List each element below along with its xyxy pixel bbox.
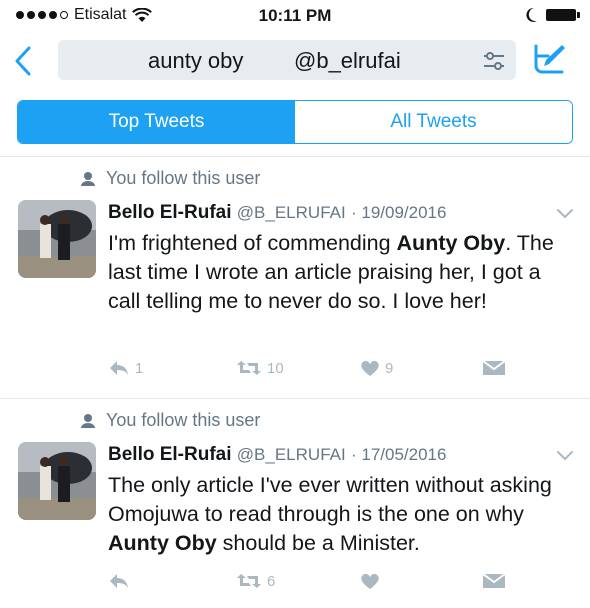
- person-icon: [81, 413, 95, 428]
- avatar[interactable]: [18, 200, 96, 278]
- highlighted-term: Aunty Oby: [396, 231, 506, 255]
- search-field[interactable]: aunty oby @b_elrufai: [58, 40, 516, 80]
- tweet-actions: 1 10 9: [108, 359, 518, 385]
- social-context: You follow this user: [80, 168, 260, 189]
- person-icon: [81, 171, 95, 186]
- moon-icon: [526, 7, 537, 22]
- tweet-card[interactable]: You follow this user Bello El-Rufai @B_E…: [0, 410, 590, 608]
- battery-icon: [546, 9, 580, 21]
- tweet-text: I'm frightened of commending Aunty Oby. …: [108, 231, 554, 313]
- chevron-left-icon: [15, 46, 31, 76]
- username[interactable]: @B_ELRUFAI: [237, 203, 346, 222]
- like-button[interactable]: 9: [360, 359, 393, 377]
- reply-button[interactable]: 1: [108, 359, 143, 377]
- retweet-icon: [237, 361, 261, 375]
- tab-all-tweets[interactable]: All Tweets: [295, 101, 572, 143]
- avatar[interactable]: [18, 442, 96, 520]
- retweet-count: 6: [267, 572, 276, 590]
- compose-tweet-button[interactable]: [532, 42, 566, 81]
- envelope-icon: [482, 573, 506, 588]
- avatar-photo: [18, 442, 96, 520]
- direct-message-button[interactable]: [482, 359, 506, 377]
- tweet-filter-tabs: Top Tweets All Tweets: [17, 100, 573, 144]
- retweet-button[interactable]: 10: [236, 359, 284, 377]
- tweet-header: Bello El-Rufai @B_ELRUFAI · 17/05/2016: [108, 444, 446, 466]
- like-button[interactable]: [360, 572, 385, 590]
- tweet-header: Bello El-Rufai @B_ELRUFAI · 19/09/2016: [108, 202, 446, 224]
- display-name[interactable]: Bello El-Rufai: [108, 444, 232, 465]
- like-count: 9: [385, 359, 394, 377]
- chevron-down-icon[interactable]: [556, 450, 574, 462]
- reply-icon: [110, 574, 128, 588]
- back-button[interactable]: [14, 40, 32, 83]
- tweet-date: · 17/05/2016: [350, 445, 447, 464]
- search-query-handle: @b_elrufai: [294, 48, 401, 73]
- search-query-text: aunty oby: [148, 48, 244, 73]
- filter-icon[interactable]: [482, 50, 506, 72]
- tweet-card[interactable]: You follow this user Bello El-Rufai @B_E…: [0, 168, 590, 393]
- reply-icon: [110, 361, 128, 375]
- retweet-count: 10: [267, 359, 284, 377]
- highlighted-term: Aunty Oby: [108, 531, 217, 555]
- status-bar: Etisalat 10:11 PM: [0, 0, 590, 32]
- heart-icon: [361, 360, 379, 376]
- username[interactable]: @B_ELRUFAI: [237, 445, 346, 464]
- envelope-icon: [482, 360, 506, 375]
- retweet-button[interactable]: 6: [236, 572, 275, 590]
- social-context-label: You follow this user: [106, 168, 261, 188]
- social-context-label: You follow this user: [106, 410, 261, 430]
- clock: 10:11 PM: [258, 6, 332, 25]
- tab-top-tweets[interactable]: Top Tweets: [18, 101, 295, 143]
- retweet-icon: [237, 574, 261, 588]
- divider: [0, 156, 590, 157]
- tweet-actions: 6: [108, 572, 518, 598]
- reply-count: 1: [135, 359, 144, 377]
- direct-message-button[interactable]: [482, 572, 506, 590]
- heart-icon: [361, 573, 379, 589]
- avatar-photo: [18, 200, 96, 278]
- divider: [0, 398, 590, 399]
- chevron-down-icon[interactable]: [556, 208, 574, 220]
- tweet-date: · 19/09/2016: [350, 203, 447, 222]
- tweet-text: The only article I've ever written witho…: [108, 473, 552, 555]
- social-context: You follow this user: [80, 410, 260, 431]
- compose-icon: [534, 44, 565, 74]
- display-name[interactable]: Bello El-Rufai: [108, 202, 232, 223]
- search-nav-bar: aunty oby @b_elrufai: [0, 38, 590, 88]
- reply-button[interactable]: [108, 572, 135, 590]
